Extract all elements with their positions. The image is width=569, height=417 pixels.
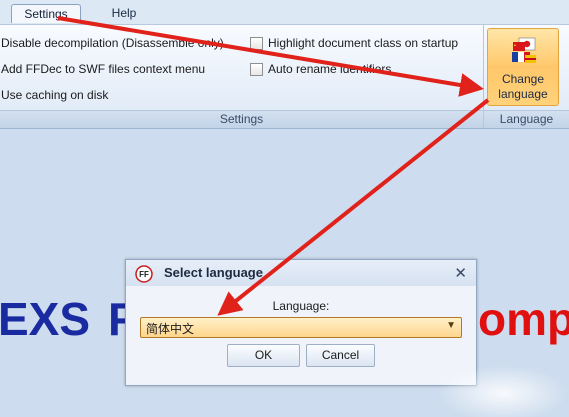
- ffdec-logo-icon: FF: [135, 265, 153, 283]
- highlight-document-class-checkbox[interactable]: [250, 37, 263, 50]
- menu-bar: Settings Help: [0, 0, 569, 25]
- option-context-menu[interactable]: Add FFDec to SWF files context menu: [1, 60, 205, 78]
- select-language-dialog: FF Select language ✕ Language: 简体中文 ▼ OK…: [125, 259, 477, 386]
- option-disable-decompilation[interactable]: Disable decompilation (Disassemble only): [1, 34, 224, 52]
- language-group-label: Language: [484, 110, 569, 128]
- background-text-left: EXS: [0, 293, 91, 345]
- language-select-value: 简体中文: [146, 322, 195, 336]
- cancel-button[interactable]: Cancel: [306, 344, 375, 367]
- ribbon: Disable decompilation (Disassemble only)…: [0, 25, 569, 129]
- chevron-down-icon[interactable]: ▼: [446, 320, 456, 331]
- tab-settings[interactable]: Settings: [11, 4, 81, 23]
- language-label: Language:: [272, 299, 330, 313]
- language-group: Change language Language: [484, 25, 569, 128]
- auto-rename-identifiers-checkbox[interactable]: [250, 63, 263, 76]
- auto-rename-identifiers-label[interactable]: Auto rename identifiers: [268, 60, 391, 78]
- option-caching-on-disk[interactable]: Use caching on disk: [1, 86, 108, 104]
- highlight-document-class-label[interactable]: Highlight document class on startup: [268, 34, 458, 52]
- change-language-label: Change language: [498, 72, 548, 101]
- ok-button[interactable]: OK: [227, 344, 300, 367]
- background-text-right: omp: [478, 293, 569, 345]
- dialog-title: Select language: [164, 265, 263, 280]
- change-language-button[interactable]: Change language: [487, 28, 559, 106]
- close-icon[interactable]: ✕: [454, 264, 467, 282]
- watermark: [437, 365, 569, 417]
- dialog-title-bar: FF Select language ✕: [126, 260, 476, 286]
- language-select[interactable]: 简体中文 ▼: [140, 317, 462, 338]
- settings-group-label: Settings: [0, 110, 483, 128]
- flags-icon: [512, 37, 536, 63]
- settings-group: Disable decompilation (Disassemble only)…: [0, 25, 484, 128]
- tab-help[interactable]: Help: [100, 4, 148, 22]
